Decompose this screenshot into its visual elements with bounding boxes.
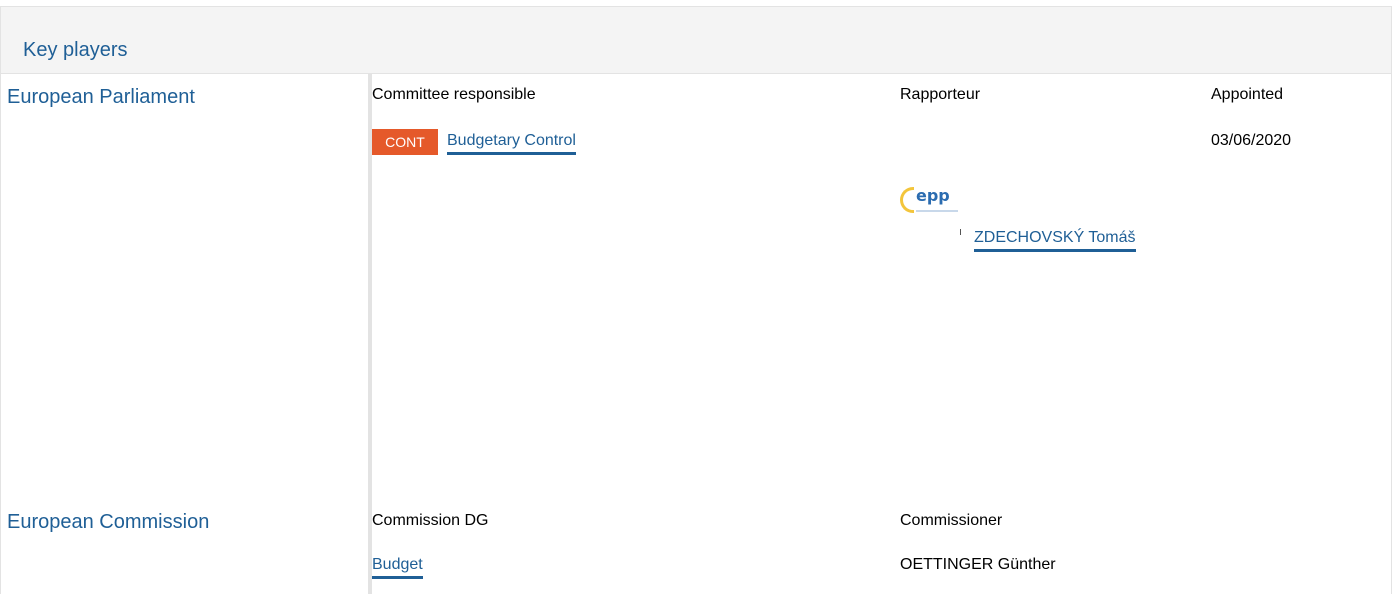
logo-tick-mark <box>960 229 961 235</box>
institution-title-parliament: European Parliament <box>7 86 195 108</box>
rapporteur-label: Rapporteur <box>900 86 981 103</box>
dg-link-budget[interactable]: Budget <box>372 555 423 579</box>
epp-heart-icon <box>900 187 914 213</box>
commission-dg-label: Commission DG <box>372 512 489 529</box>
epp-group-logo-icon[interactable]: epp <box>900 183 962 235</box>
epp-logo-text: epp <box>916 186 950 205</box>
appointed-label: Appointed <box>1211 86 1284 103</box>
committee-code-badge: CONT <box>372 129 438 155</box>
committee-responsible-label: Committee responsible <box>372 86 536 103</box>
epp-logo-subtitle-line <box>916 210 958 212</box>
appointed-date: 03/06/2020 <box>1211 132 1292 149</box>
institution-title-commission: European Commission <box>7 511 210 533</box>
commissioner-label: Commissioner <box>900 512 1003 529</box>
rapporteur-link[interactable]: ZDECHOVSKÝ Tomáš <box>974 228 1136 252</box>
committee-link-budgetary-control[interactable]: Budgetary Control <box>447 131 576 155</box>
commissioner-name: OETTINGER Günther <box>900 556 1056 573</box>
section-header: Key players <box>1 7 1391 74</box>
section-title: Key players <box>23 39 128 61</box>
key-players-panel <box>0 6 1392 594</box>
